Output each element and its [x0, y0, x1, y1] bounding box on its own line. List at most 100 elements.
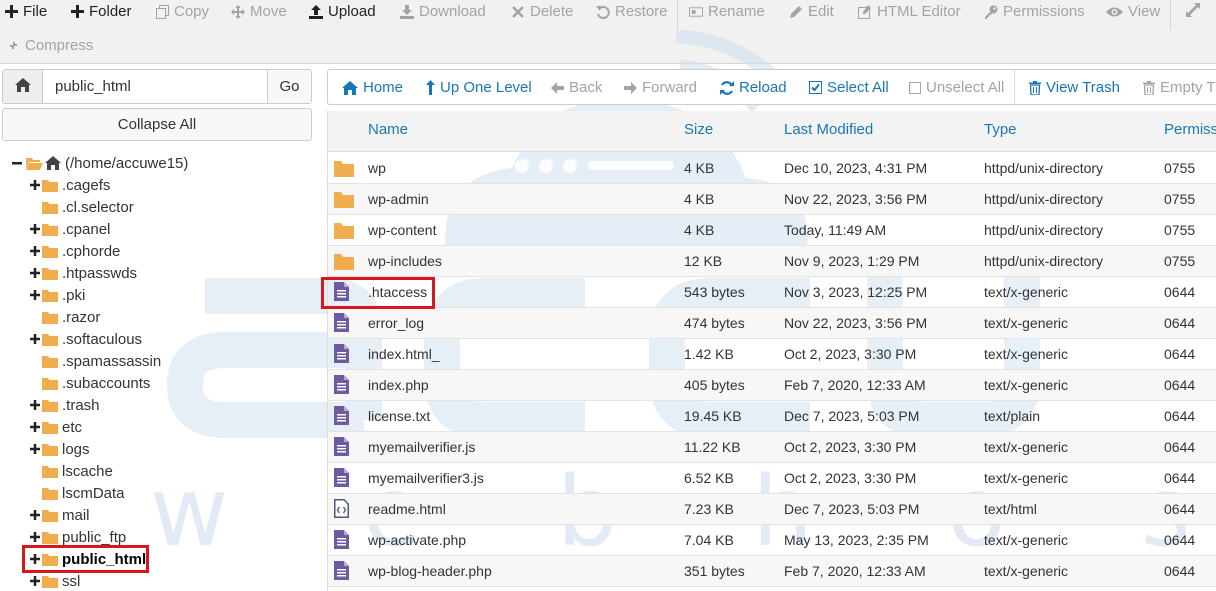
forward-button[interactable]: Forward — [624, 79, 697, 96]
path-home-button[interactable] — [3, 70, 43, 103]
tree-item[interactable]: lscmData — [28, 482, 125, 504]
plus-icon[interactable] — [28, 422, 42, 432]
extract-button[interactable] — [1186, 3, 1200, 17]
tree-item[interactable]: .htpasswds — [28, 262, 137, 284]
table-row[interactable]: index.html_ 1.42 KB Oct 2, 2023, 3:30 PM te… — [328, 339, 1216, 370]
file-name[interactable]: wp-includes — [368, 253, 442, 269]
edit-button[interactable]: Edit — [789, 3, 834, 20]
file-permissions: 0644 — [1164, 408, 1196, 424]
column-header-permissions[interactable]: Permissi — [1164, 121, 1216, 138]
file-name[interactable]: index.php — [368, 377, 429, 393]
tree-root[interactable]: (/home/accuwe15) — [10, 152, 188, 174]
tree-item[interactable]: .subaccounts — [28, 372, 150, 394]
tree-item[interactable]: .razor — [28, 306, 100, 328]
collapse-all-button[interactable]: Collapse All — [2, 108, 312, 141]
file-name[interactable]: wp-content — [368, 222, 436, 238]
tree-item[interactable]: etc — [28, 416, 82, 438]
new-file-button[interactable]: File — [4, 3, 47, 20]
table-row[interactable]: myemailverifier3.js 6.52 KB Oct 2, 2023, 3… — [328, 463, 1216, 494]
table-row[interactable]: wp-includes 12 KB Nov 9, 2023, 1:29 PM http… — [328, 246, 1216, 277]
tree-item[interactable]: public_ftp — [28, 526, 126, 548]
table-row[interactable]: .htaccess 543 bytes Nov 3, 2023, 12:25 PM t… — [328, 277, 1216, 308]
tree-item[interactable]: .cpanel — [28, 218, 110, 240]
tree-item[interactable]: lscache — [28, 460, 113, 482]
plus-icon[interactable] — [28, 576, 42, 586]
view-button[interactable]: View — [1106, 3, 1160, 20]
tree-item[interactable]: .trash — [28, 394, 100, 416]
new-folder-button[interactable]: Folder — [70, 3, 132, 20]
tree-item[interactable]: .softaculous — [28, 328, 142, 350]
html-editor-button[interactable]: HTML Editor — [858, 3, 961, 20]
tree-item[interactable]: .cl.selector — [28, 196, 134, 218]
table-row[interactable]: readme.html 7.23 KB Dec 7, 2023, 5:03 PM te… — [328, 494, 1216, 525]
tree-item[interactable]: mail — [28, 504, 90, 526]
compress-button[interactable]: Compress — [6, 37, 93, 54]
empty-trash-button[interactable]: Empty Tr — [1143, 79, 1216, 96]
view-trash-button[interactable]: View Trash — [1029, 79, 1120, 96]
plus-icon[interactable] — [28, 268, 42, 278]
reload-button[interactable]: Reload — [720, 79, 787, 96]
move-button[interactable]: Move — [231, 3, 287, 20]
column-header-type[interactable]: Type — [984, 121, 1017, 138]
plus-icon[interactable] — [28, 510, 42, 520]
plus-icon[interactable] — [28, 290, 42, 300]
go-button[interactable]: Go — [267, 70, 311, 103]
table-row[interactable]: error_log 474 bytes Nov 22, 2023, 3:56 PM t… — [328, 308, 1216, 339]
plus-icon[interactable] — [28, 554, 42, 564]
up-one-level-button[interactable]: Up One Level — [426, 79, 532, 96]
tree-item[interactable]: .spamassassin — [28, 350, 161, 372]
file-name[interactable]: wp-activate.php — [368, 532, 466, 548]
column-header-name[interactable]: Name — [368, 121, 408, 138]
path-input[interactable] — [43, 70, 267, 103]
permissions-button[interactable]: Permissions — [984, 3, 1085, 20]
tree-item-label: .pki — [62, 286, 86, 304]
tree-item[interactable]: ssl — [28, 570, 80, 591]
plus-icon[interactable] — [28, 246, 42, 256]
back-button[interactable]: Back — [551, 79, 602, 96]
tree-item[interactable]: .cphorde — [28, 240, 120, 262]
file-name[interactable]: wp-admin — [368, 191, 429, 207]
tree-item[interactable]: logs — [28, 438, 90, 460]
plus-icon[interactable] — [28, 224, 42, 234]
table-row[interactable]: wp-activate.php 7.04 KB May 13, 2023, 2:35… — [328, 525, 1216, 556]
file-name[interactable]: wp-blog-header.php — [368, 563, 492, 579]
select-all-button[interactable]: Select All — [809, 79, 889, 96]
unselect-all-button[interactable]: Unselect All — [909, 79, 1004, 96]
file-type: text/x-generic — [984, 532, 1069, 548]
file-name[interactable]: wp — [368, 160, 386, 176]
file-name[interactable]: index.html_ — [368, 346, 440, 362]
file-name[interactable]: error_log — [368, 315, 424, 331]
file-name[interactable]: license.txt — [368, 408, 430, 424]
download-button[interactable]: Download — [400, 3, 486, 20]
file-name[interactable]: readme.html — [368, 501, 446, 517]
tree-item[interactable]: .cagefs — [28, 174, 110, 196]
home-button[interactable]: Home — [342, 79, 403, 96]
copy-button[interactable]: Copy — [155, 3, 209, 20]
table-row[interactable]: wp-content 4 KB Today, 11:49 AM httpd/unix-… — [328, 215, 1216, 246]
file-name[interactable]: myemailverifier.js — [368, 439, 475, 455]
plus-icon[interactable] — [28, 400, 42, 410]
table-row[interactable]: index.php 405 bytes Feb 7, 2020, 12:33 AM t… — [328, 370, 1216, 401]
tree-item[interactable]: .pki — [28, 284, 85, 306]
table-row[interactable]: license.txt 19.45 KB Dec 7, 2023, 5:03 PM t… — [328, 401, 1216, 432]
plus-icon[interactable] — [28, 180, 42, 190]
file-name[interactable]: myemailverifier3.js — [368, 470, 484, 486]
file-size: 6.52 KB — [684, 470, 734, 486]
plus-icon[interactable] — [28, 334, 42, 344]
upload-button[interactable]: Upload — [309, 3, 376, 20]
table-row[interactable]: myemailverifier.js 11.22 KB Oct 2, 2023, 3… — [328, 432, 1216, 463]
plus-icon[interactable] — [28, 444, 42, 454]
delete-button[interactable]: Delete — [511, 3, 573, 20]
rename-button[interactable]: Rename — [689, 3, 765, 20]
tree-item[interactable]: public_html — [28, 548, 146, 570]
column-header-size[interactable]: Size — [684, 121, 713, 138]
table-row[interactable]: wp-blog-header.php 351 bytes Feb 7, 2020, … — [328, 556, 1216, 587]
restore-button[interactable]: Restore — [596, 3, 668, 20]
file-name[interactable]: .htaccess — [368, 284, 427, 300]
column-header-last-modified[interactable]: Last Modified — [784, 121, 873, 138]
table-row[interactable]: wp 4 KB Dec 10, 2023, 4:31 PM httpd/unix-di… — [328, 153, 1216, 184]
plus-icon[interactable] — [28, 532, 42, 542]
minus-icon[interactable] — [10, 158, 24, 168]
table-row[interactable]: wp-admin 4 KB Nov 22, 2023, 3:56 PM httpd/u… — [328, 184, 1216, 215]
file-size: 11.22 KB — [684, 439, 741, 455]
